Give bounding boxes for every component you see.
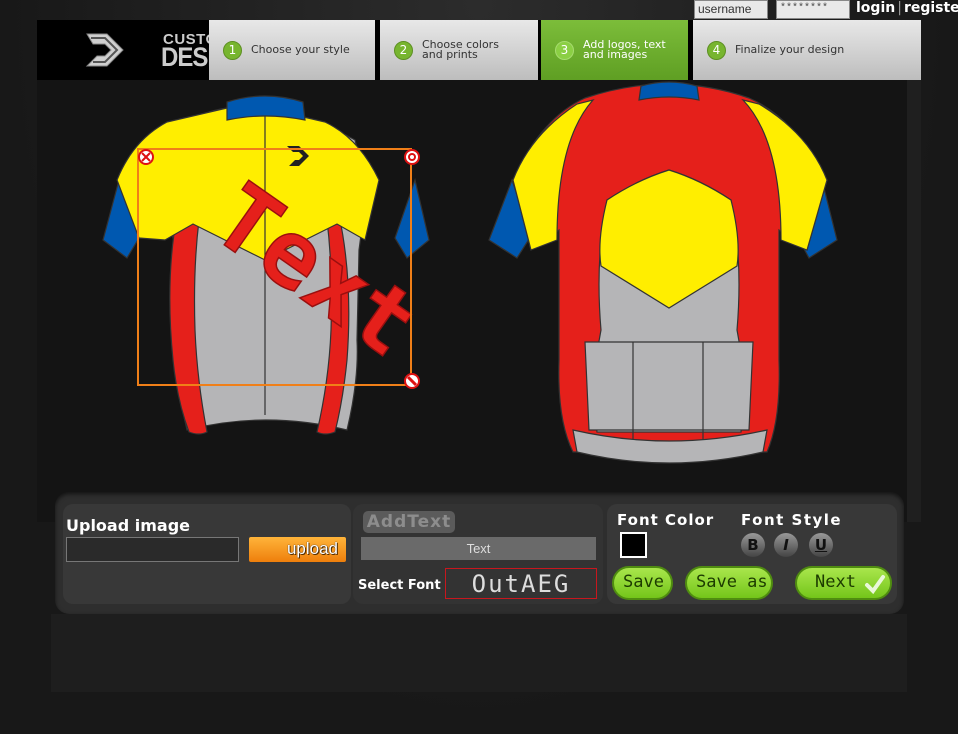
upload-file-input[interactable] <box>66 537 239 562</box>
step-number: 3 <box>555 40 574 60</box>
bold-button[interactable]: B <box>741 533 765 557</box>
link-separator: | <box>897 0 902 16</box>
jersey-front[interactable]: Text <box>102 95 438 435</box>
font-style-label: Font Style <box>741 511 843 529</box>
font-selector[interactable]: OutAEG <box>445 568 597 599</box>
next-label: Next <box>815 572 856 592</box>
step-1-choose-style[interactable]: 1 Choose your style <box>209 20 375 80</box>
custom-design-logo[interactable]: CUSTOM DESIGN <box>79 28 248 74</box>
step-number: 1 <box>223 40 242 60</box>
step-2-choose-colors[interactable]: 2 Choose colors and prints <box>380 20 538 80</box>
add-text-title[interactable]: AddText <box>363 511 455 533</box>
rotate-handle-icon[interactable] <box>404 149 420 165</box>
step-label: Finalize your design <box>735 43 845 56</box>
font-color-label: Font Color <box>617 511 715 529</box>
upload-heading: Upload image <box>66 516 190 535</box>
font-options-section: Font Color Font Style B I U Save Save as… <box>607 504 897 604</box>
design-canvas[interactable]: Text <box>37 80 921 522</box>
save-as-button[interactable]: Save as <box>685 566 773 600</box>
back-collar <box>638 81 700 101</box>
next-button[interactable]: Next <box>795 566 892 600</box>
save-button[interactable]: Save <box>612 566 673 600</box>
step-3-add-logos[interactable]: 3 Add logos, text and images <box>541 20 688 80</box>
step-4-finalize[interactable]: 4 Finalize your design <box>693 20 921 80</box>
jersey-preview: Text <box>102 81 838 464</box>
checkmark-icon <box>865 575 885 595</box>
add-text-section: AddText Text Select Font OutAEG <box>353 504 603 604</box>
select-font-label: Select Font <box>358 578 441 593</box>
step-number: 2 <box>394 40 413 60</box>
jersey-back[interactable] <box>488 81 838 464</box>
italic-button[interactable]: I <box>774 533 798 557</box>
text-input[interactable]: Text <box>361 537 596 560</box>
underline-button[interactable]: U <box>809 533 833 557</box>
font-color-swatch[interactable] <box>620 532 647 558</box>
front-collar <box>226 95 306 121</box>
logo-mark-icon <box>85 33 124 67</box>
upload-button[interactable]: upload <box>249 537 346 562</box>
footer-area <box>51 614 907 692</box>
password-field[interactable]: ******** <box>776 0 850 19</box>
step-label: Choose colors and prints <box>422 38 499 61</box>
login-link[interactable]: login <box>856 0 895 16</box>
control-panel: Upload image upload AddText Text Select … <box>55 492 904 614</box>
username-field[interactable]: username <box>694 0 768 19</box>
auth-links: login|register <box>856 0 958 16</box>
upload-section: Upload image upload <box>63 504 351 604</box>
step-label: Add logos, text and images <box>583 38 666 61</box>
canvas-edge <box>907 80 921 522</box>
step-label: Choose your style <box>251 43 350 56</box>
back-pockets <box>584 341 754 431</box>
register-link[interactable]: register <box>904 0 958 16</box>
step-number: 4 <box>707 40 726 60</box>
